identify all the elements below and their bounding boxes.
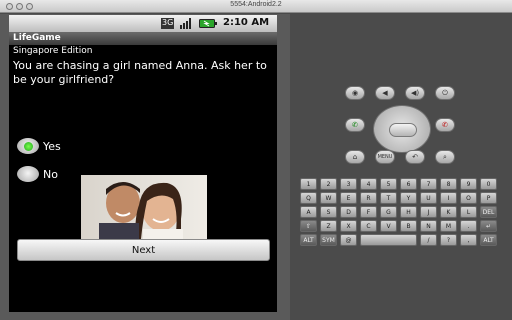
key-0[interactable]: 0 <box>480 178 497 190</box>
end-call-icon: ✆ <box>442 121 448 129</box>
back-button[interactable]: ↶ <box>405 150 425 164</box>
clock: 2:10 AM <box>223 17 270 28</box>
key-shift[interactable]: ⇧ <box>300 220 317 232</box>
back-icon: ↶ <box>412 153 418 161</box>
key-x[interactable]: X <box>340 220 357 232</box>
window-titlebar: 5554:Android2.2 <box>0 0 512 13</box>
key-9[interactable]: 9 <box>460 178 477 190</box>
emulator-controls: ◉ ◀ ◀) ⏻ ✆ ✆ ⌂ MENU ↶ ⌕ 1234567890 QWERTY… <box>300 14 512 320</box>
key-l[interactable]: L <box>460 206 477 218</box>
dpad-center-button[interactable] <box>389 123 417 137</box>
volume-down-button[interactable]: ◀ <box>375 86 395 100</box>
call-button[interactable]: ✆ <box>345 118 365 132</box>
key-f[interactable]: F <box>360 206 377 218</box>
next-button[interactable]: Next <box>17 239 270 261</box>
key-b[interactable]: B <box>400 220 417 232</box>
emulator: 3G 2:10 AM LifeGame Singapore Edition Yo… <box>0 14 512 320</box>
option-no[interactable]: No <box>17 166 58 182</box>
radio-button[interactable] <box>17 166 39 182</box>
phone-call-icon: ✆ <box>352 121 358 129</box>
key-n[interactable]: N <box>420 220 437 232</box>
key-h[interactable]: H <box>400 206 417 218</box>
key-period[interactable]: . <box>460 220 477 232</box>
key-a[interactable]: A <box>300 206 317 218</box>
home-icon: ⌂ <box>352 153 358 161</box>
key-alt-0[interactable]: ALT <box>300 234 317 246</box>
search-icon: ⌕ <box>443 152 447 161</box>
camera-button[interactable]: ◉ <box>345 86 365 100</box>
key-c[interactable]: C <box>360 220 377 232</box>
key-j[interactable]: J <box>420 206 437 218</box>
window-title: 5554:Android2.2 <box>230 1 282 8</box>
key-5[interactable]: 5 <box>380 178 397 190</box>
signal-icon <box>179 18 193 29</box>
emulator-keyboard: 1 2 3 4 5 6 7 8 9 0 Q W E R T Y U I O P A S D F G H J K L DEL ⇧ Z X C V B N M… <box>300 178 500 260</box>
couple-photo <box>81 175 207 239</box>
power-button[interactable]: ⏻ <box>435 86 455 100</box>
key-t[interactable]: T <box>380 192 397 204</box>
option-yes-label: Yes <box>43 139 61 153</box>
key-w[interactable]: W <box>320 192 337 204</box>
key-alt-7[interactable]: ALT <box>480 234 497 246</box>
home-button[interactable]: ⌂ <box>345 150 365 164</box>
key-8[interactable]: 8 <box>440 178 457 190</box>
key-at[interactable]: @ <box>340 234 357 246</box>
battery-icon <box>199 18 217 29</box>
dpad[interactable] <box>373 105 431 153</box>
option-yes[interactable]: Yes <box>17 138 61 154</box>
key-3[interactable]: 3 <box>340 178 357 190</box>
menu-icon: MENU <box>377 154 393 160</box>
key-g[interactable]: G <box>380 206 397 218</box>
key-4[interactable]: 4 <box>360 178 377 190</box>
status-bar: 3G 2:10 AM <box>9 15 277 32</box>
key-q[interactable]: Q <box>300 192 317 204</box>
edition-label: Singapore Edition <box>13 46 93 56</box>
camera-icon: ◉ <box>351 89 359 97</box>
key-question[interactable]: ? <box>440 234 457 246</box>
key-k[interactable]: K <box>440 206 457 218</box>
key-slash[interactable]: / <box>420 234 437 246</box>
question-text: You are chasing a girl named Anna. Ask h… <box>13 59 267 86</box>
key-space[interactable] <box>360 234 417 246</box>
key-2[interactable]: 2 <box>320 178 337 190</box>
key-p[interactable]: P <box>480 192 497 204</box>
volume-up-icon: ◀) <box>410 89 420 97</box>
key-d[interactable]: D <box>340 206 357 218</box>
key-v[interactable]: V <box>380 220 397 232</box>
key-7[interactable]: 7 <box>420 178 437 190</box>
key-6[interactable]: 6 <box>400 178 417 190</box>
app-titlebar: LifeGame <box>9 32 277 45</box>
option-no-label: No <box>43 167 58 181</box>
key-o[interactable]: O <box>460 192 477 204</box>
key-comma[interactable]: , <box>460 234 477 246</box>
key-del[interactable]: DEL <box>480 206 497 218</box>
search-button[interactable]: ⌕ <box>435 150 455 164</box>
key-u[interactable]: U <box>420 192 437 204</box>
device-screen: 3G 2:10 AM LifeGame Singapore Edition Yo… <box>9 15 277 312</box>
radio-button-selected[interactable] <box>17 138 39 154</box>
key-z[interactable]: Z <box>320 220 337 232</box>
network-icon: 3G <box>161 18 175 29</box>
key-y[interactable]: Y <box>400 192 417 204</box>
key-r[interactable]: R <box>360 192 377 204</box>
key-enter[interactable]: ↵ <box>480 220 497 232</box>
key-s[interactable]: S <box>320 206 337 218</box>
volume-down-icon: ◀ <box>382 89 388 97</box>
volume-up-button[interactable]: ◀) <box>405 86 425 100</box>
key-sym[interactable]: SYM <box>320 234 337 246</box>
key-e[interactable]: E <box>340 192 357 204</box>
key-m[interactable]: M <box>440 220 457 232</box>
menu-button[interactable]: MENU <box>375 150 395 164</box>
power-icon: ⏻ <box>442 88 448 97</box>
key-i[interactable]: I <box>440 192 457 204</box>
key-1[interactable]: 1 <box>300 178 317 190</box>
device-frame: 3G 2:10 AM LifeGame Singapore Edition Yo… <box>0 14 290 320</box>
radio-dot-icon <box>23 141 33 151</box>
end-call-button[interactable]: ✆ <box>435 118 455 132</box>
